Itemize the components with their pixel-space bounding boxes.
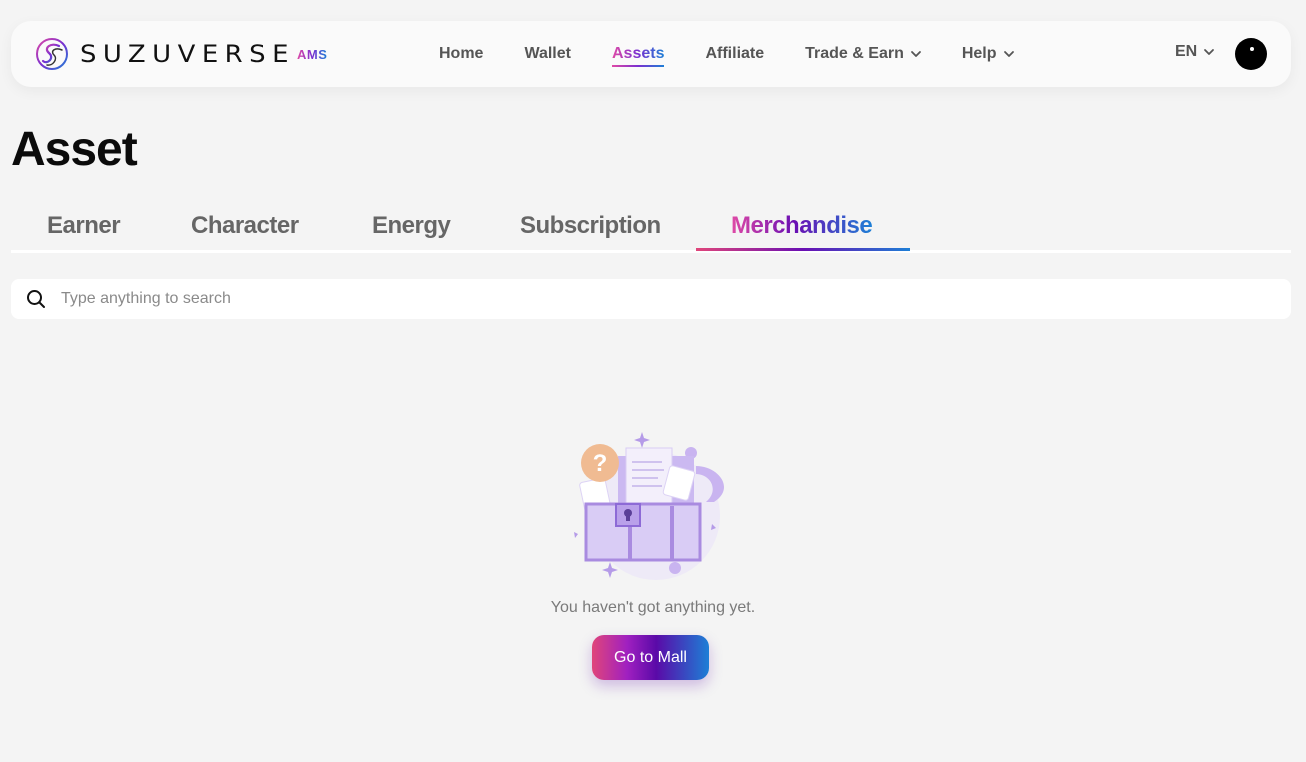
brand-subtitle: AMS [297, 46, 328, 62]
chevron-down-icon [910, 51, 921, 57]
nav-label: Help [961, 45, 997, 62]
nav-label: Trade & Earn [805, 45, 904, 62]
nav-label: Affiliate [705, 45, 765, 62]
tab-earner[interactable]: Earner [47, 212, 121, 240]
search-input[interactable] [61, 290, 1241, 308]
tab-merchandise[interactable]: Merchandise [731, 212, 873, 240]
page-title: Asset [11, 123, 138, 176]
chevron-down-icon [1204, 49, 1215, 55]
empty-state-message: You haven't got anything yet. [550, 599, 756, 616]
nav-assets[interactable]: Assets [611, 45, 665, 67]
nav-home[interactable]: Home [439, 45, 483, 63]
tab-subscription[interactable]: Subscription [520, 212, 661, 240]
tab-character[interactable]: Character [191, 212, 299, 240]
nav-label: Home [439, 45, 484, 62]
brand-logo-link[interactable]: SUZUVERSE AMS [35, 37, 327, 71]
svg-text:?: ? [593, 450, 608, 477]
language-selector[interactable]: EN [1175, 43, 1215, 61]
tab-energy[interactable]: Energy [372, 212, 451, 240]
brand-name: SUZUVERSE [80, 40, 295, 68]
user-avatar[interactable] [1235, 38, 1267, 70]
nav-trade-earn-dropdown[interactable]: Trade & Earn [805, 45, 922, 63]
nav-wallet[interactable]: Wallet [524, 45, 571, 63]
nav-label: Assets [611, 45, 665, 62]
active-tab-indicator [696, 248, 910, 251]
search-icon [27, 290, 45, 308]
nav-label: Wallet [524, 45, 571, 62]
asset-tabs: Earner Character Energy Subscription Mer… [11, 200, 1291, 253]
search-bar [11, 279, 1291, 319]
nav-affiliate[interactable]: Affiliate [705, 45, 764, 63]
language-label: EN [1175, 43, 1198, 60]
empty-chest-illustration-icon: ? [574, 432, 725, 580]
suzuverse-logo-icon [36, 38, 68, 70]
chevron-down-icon [1003, 51, 1014, 57]
nav-help-dropdown[interactable]: Help [962, 45, 1015, 63]
top-navigation-bar: SUZUVERSE AMS Home Wallet Assets Affilia… [11, 21, 1291, 87]
go-to-mall-button[interactable]: Go to Mall [592, 635, 709, 680]
main-nav: Home Wallet Assets Affiliate Trade & Ear… [439, 21, 1055, 87]
